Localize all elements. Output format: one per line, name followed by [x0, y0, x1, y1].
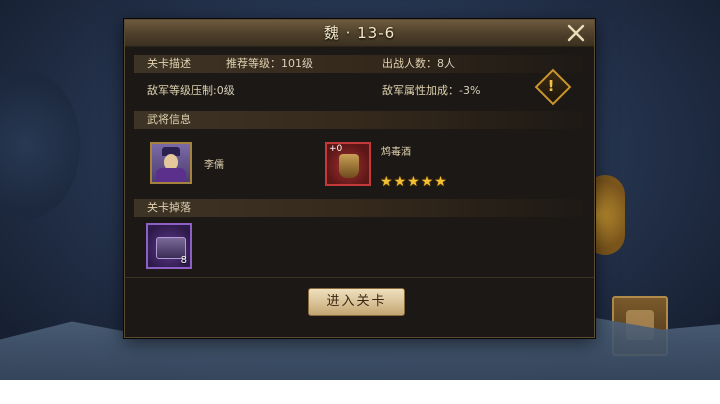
description-section-label: 关卡描述	[147, 57, 191, 70]
exclamation-warning-icon: !	[547, 77, 555, 95]
stage-info-dialog: 魏 · 13-6 关卡描述 推荐等级：101级 出战人数：8人 敌军等级压制:0…	[124, 19, 595, 338]
troops-value: 8人	[437, 57, 455, 70]
generals-section-bar	[134, 111, 583, 129]
recommended-level-label: 推荐等级	[226, 57, 270, 70]
attribute-bonus-value: -3%	[459, 84, 481, 97]
star-icon: ★	[393, 174, 407, 190]
star-icon: ★	[420, 174, 434, 190]
drop-count: 8	[180, 255, 187, 266]
poison-wine-item-icon[interactable]: +0	[325, 142, 371, 186]
drops-section-label: 关卡掉落	[147, 201, 191, 214]
close-x-icon	[567, 24, 585, 42]
level-suppression-label: 敌军等级压制	[147, 84, 213, 97]
generals-section-label: 武将信息	[147, 113, 191, 126]
background-shape	[0, 70, 80, 220]
description-section-bar	[134, 55, 583, 73]
item-name: 鸩毒酒	[381, 147, 411, 158]
troops: 出战人数：8人	[382, 57, 455, 70]
item-level-badge: +0	[329, 144, 343, 154]
general-name: 李儒	[204, 160, 224, 171]
star-rating: ★★★★★	[380, 171, 448, 189]
star-icon: ★	[380, 174, 393, 190]
dialog-title-bar: 魏 · 13-6	[125, 20, 594, 47]
star-icon: ★	[434, 174, 447, 190]
treasure-chest-icon[interactable]: 8	[146, 223, 192, 269]
level-suppression-value: 0级	[216, 84, 235, 97]
attribute-bonus: 敌军属性加成：-3%	[382, 84, 481, 97]
recommended-level-value: 101级	[281, 57, 313, 70]
drops-section-bar	[134, 199, 583, 217]
recommended-level: 推荐等级：101级	[226, 57, 313, 70]
star-icon: ★	[407, 174, 420, 190]
level-suppression: 敌军等级压制:0级	[147, 84, 235, 97]
attribute-bonus-label: 敌军属性加成	[382, 84, 448, 97]
troops-label: 出战人数	[382, 57, 426, 70]
dialog-title: 魏 · 13-6	[323, 24, 396, 42]
general-portrait-icon[interactable]	[150, 142, 192, 184]
close-button[interactable]	[566, 23, 586, 43]
divider	[125, 277, 594, 278]
enter-stage-button[interactable]: 进入关卡	[308, 288, 405, 316]
